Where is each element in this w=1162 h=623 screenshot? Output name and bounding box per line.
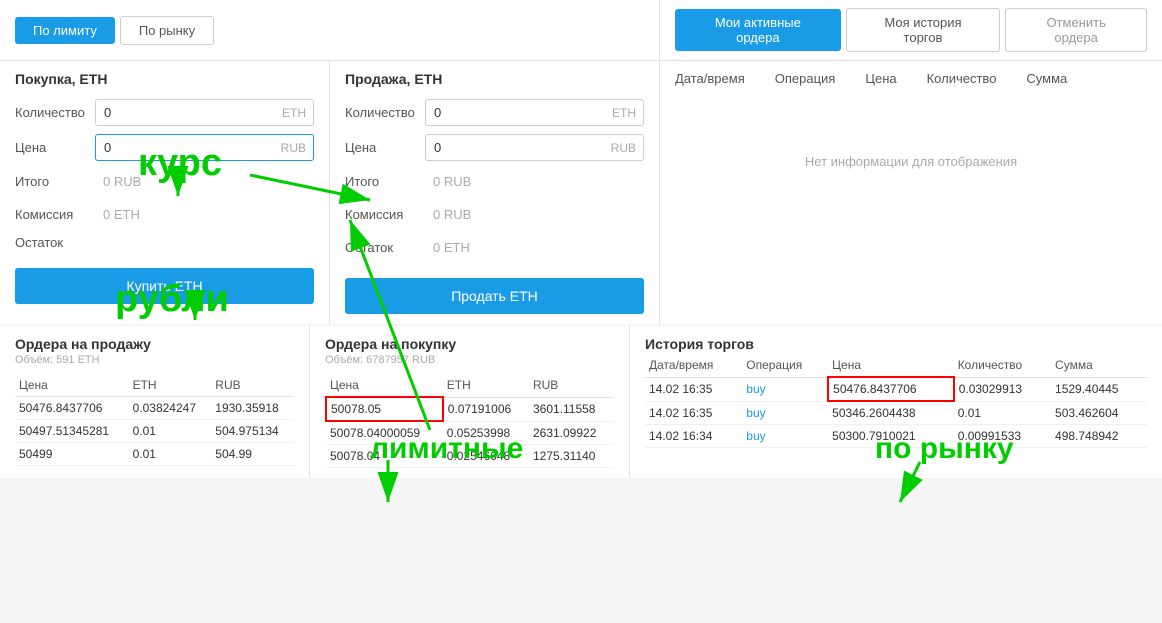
buy-commission-value: 0 ETH xyxy=(95,202,314,227)
active-orders-col-qty: Количество xyxy=(927,71,997,86)
tab-my-trade-history[interactable]: Моя история торгов xyxy=(846,8,1001,52)
buy-eth-button[interactable]: Купить ETH xyxy=(15,268,314,304)
history-title: История торгов xyxy=(645,336,1147,352)
table-row: 50078.040000590.052539982631.09922 xyxy=(326,421,614,445)
buy-total-label: Итого xyxy=(15,174,95,189)
sell-commission-label: Комиссия xyxy=(345,207,425,222)
sell-eth-button[interactable]: Продать ETH xyxy=(345,278,644,314)
tab-by-limit[interactable]: По лимиту xyxy=(15,17,115,44)
buy-commission-label: Комиссия xyxy=(15,207,95,222)
active-orders-col-sum: Сумма xyxy=(1026,71,1067,86)
table-row: 50078.050.071910063601.11558 xyxy=(326,397,614,421)
orders-sell-col-price: Цена xyxy=(15,374,129,397)
buy-total-value: 0 RUB xyxy=(95,169,314,194)
table-row: 14.02 16:34buy50300.79100210.00991533498… xyxy=(645,425,1147,448)
buy-panel-title: Покупка, ETH xyxy=(15,71,314,87)
orders-sell-col-eth: ETH xyxy=(129,374,212,397)
table-row: 50078.040.025466481275.31140 xyxy=(326,445,614,468)
table-row: 50476.84377060.038242471930.35918 xyxy=(15,397,294,420)
history-col-operation: Операция xyxy=(742,354,828,377)
buy-quantity-label: Количество xyxy=(15,105,95,120)
sell-total-value: 0 RUB xyxy=(425,169,644,194)
orders-buy-table: Цена ETH RUB 50078.050.071910063601.1155… xyxy=(325,374,614,468)
orders-sell-subtitle: Объём: 591 ETH xyxy=(15,354,294,366)
sell-panel-title: Продажа, ETH xyxy=(345,71,644,87)
buy-remainder-value xyxy=(95,238,314,248)
orders-buy-subtitle: Объём: 6787957 RUB xyxy=(325,354,614,366)
sell-quantity-suffix: ETH xyxy=(612,106,636,120)
sell-price-suffix: RUB xyxy=(611,141,636,155)
table-row: 14.02 16:35buy50346.26044380.01503.46260… xyxy=(645,401,1147,425)
sell-commission-value: 0 RUB xyxy=(425,202,644,227)
buy-price-suffix: RUB xyxy=(281,141,306,155)
table-row: 14.02 16:35buy50476.84377060.03029913152… xyxy=(645,377,1147,401)
active-orders-col-datetime: Дата/время xyxy=(675,71,745,86)
sell-remainder-label: Остаток xyxy=(345,240,425,255)
history-col-price: Цена xyxy=(828,354,954,377)
table-row: 504990.01504.99 xyxy=(15,443,294,466)
orders-buy-col-eth: ETH xyxy=(443,374,529,397)
orders-buy-title: Ордера на покупку xyxy=(325,336,614,352)
orders-sell-col-rub: RUB xyxy=(211,374,294,397)
history-col-datetime: Дата/время xyxy=(645,354,742,377)
sell-total-label: Итого xyxy=(345,174,425,189)
history-table: Дата/время Операция Цена Количество Сумм… xyxy=(645,354,1147,448)
buy-quantity-suffix: ETH xyxy=(282,106,306,120)
tab-cancel-order[interactable]: Отменить ордера xyxy=(1005,8,1147,52)
sell-price-label: Цена xyxy=(345,140,425,155)
orders-sell-table: Цена ETH RUB 50476.84377060.038242471930… xyxy=(15,374,294,466)
sell-remainder-value: 0 ETH xyxy=(425,235,644,260)
no-info-message: Нет информации для отображения xyxy=(675,94,1147,229)
orders-sell-title: Ордера на продажу xyxy=(15,336,294,352)
sell-quantity-label: Количество xyxy=(345,105,425,120)
orders-buy-col-rub: RUB xyxy=(529,374,614,397)
history-col-qty: Количество xyxy=(954,354,1051,377)
buy-price-label: Цена xyxy=(15,140,95,155)
buy-remainder-label: Остаток xyxy=(15,235,95,250)
history-col-sum: Сумма xyxy=(1051,354,1147,377)
tab-by-market[interactable]: По рынку xyxy=(120,16,214,45)
table-row: 50497.513452810.01504.975134 xyxy=(15,420,294,443)
orders-buy-col-price: Цена xyxy=(326,374,443,397)
active-orders-col-price: Цена xyxy=(865,71,896,86)
tab-my-active-orders[interactable]: Мои активные ордера xyxy=(675,9,841,51)
active-orders-col-operation: Операция xyxy=(775,71,836,86)
